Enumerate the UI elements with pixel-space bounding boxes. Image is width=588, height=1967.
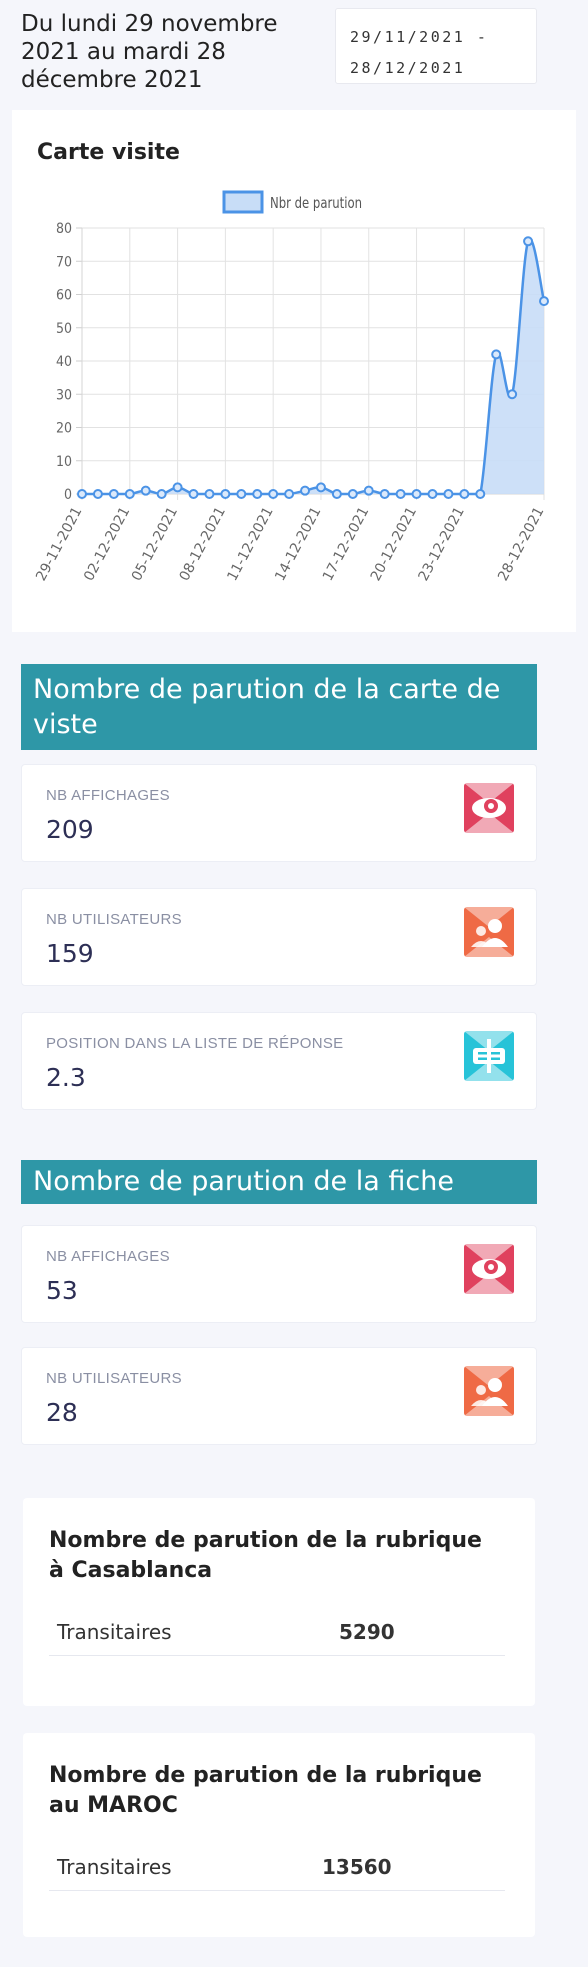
legend-label: Nbr de parution <box>270 194 362 212</box>
rubrique-card-casablanca: Nombre de parution de la rubrique à Casa… <box>23 1498 535 1706</box>
data-point <box>220 489 231 499</box>
x-tick-label: 20-12-2021 <box>368 504 420 583</box>
stat-card-affichages: NB AFFICHAGES 209 <box>21 764 537 862</box>
rubrique-card-maroc: Nombre de parution de la rubrique au MAR… <box>23 1733 535 1937</box>
rubrique-title: Nombre de parution de la rubrique au MAR… <box>49 1763 482 1818</box>
legend-swatch <box>222 190 264 214</box>
data-point <box>475 489 486 499</box>
data-point <box>315 482 326 493</box>
data-point <box>523 236 534 247</box>
data-point <box>124 489 135 499</box>
date-range-input[interactable]: 29/11/2021 - 28/12/2021 <box>335 8 537 84</box>
data-point <box>427 489 438 499</box>
table-row: Transitaires 5290 <box>49 1608 505 1656</box>
data-point <box>188 489 199 499</box>
date-range-end: 28/12/2021 <box>350 59 466 77</box>
data-point <box>140 485 151 496</box>
stat-label: NB UTILISATEURS <box>46 911 182 928</box>
y-tick-label: 0 <box>64 487 72 503</box>
users-icon <box>464 1366 514 1416</box>
data-point <box>539 296 549 307</box>
x-tick-label: 02-12-2021 <box>81 504 133 583</box>
stat-card-utilisateurs: NB UTILISATEURS 159 <box>21 888 537 986</box>
stat-value: 159 <box>46 939 94 968</box>
y-tick-label: 10 <box>56 454 72 470</box>
section-fiche-header: Nombre de parution de la fiche <box>21 1160 537 1204</box>
stat-value: 28 <box>46 1398 78 1427</box>
data-point <box>300 485 311 496</box>
parution-chart: 0 10 20 30 40 50 60 70 80 29-11-202102-12-202105-… <box>33 190 549 584</box>
data-point <box>108 489 119 499</box>
table-row: Transitaires 13560 <box>49 1843 505 1891</box>
chart-card: Carte visite 0 10 20 30 40 50 60 70 80 29-11-2021… <box>12 110 576 632</box>
y-tick-label: 30 <box>56 387 72 403</box>
x-tick-label: 29-11-2021 <box>33 504 85 583</box>
series-line <box>81 237 546 496</box>
data-point <box>204 489 215 499</box>
data-point <box>363 485 374 496</box>
data-point <box>491 349 502 360</box>
stat-card-fiche-affichages: NB AFFICHAGES 53 <box>21 1225 537 1323</box>
x-tick-label: 17-12-2021 <box>320 504 372 583</box>
data-point <box>443 489 454 499</box>
series-area <box>82 238 544 494</box>
x-tick-label: 08-12-2021 <box>177 504 229 583</box>
x-tick-label: 11-12-2021 <box>224 504 276 583</box>
stat-card-fiche-utilisateurs: NB UTILISATEURS 28 <box>21 1347 537 1445</box>
stat-value: 53 <box>46 1276 78 1305</box>
data-point <box>411 489 422 499</box>
stat-label: POSITION DANS LA LISTE DE RÉPONSE <box>46 1035 344 1052</box>
data-point <box>459 489 470 499</box>
data-point <box>331 489 342 499</box>
y-tick-label: 70 <box>56 254 72 270</box>
data-point <box>507 389 518 400</box>
x-tick-label: 05-12-2021 <box>129 504 181 583</box>
eye-icon <box>464 1244 514 1294</box>
stat-value: 2.3 <box>46 1063 86 1092</box>
y-tick-label: 60 <box>56 288 72 304</box>
data-point <box>156 489 167 499</box>
eye-icon <box>464 783 514 833</box>
stat-label: NB UTILISATEURS <box>46 1370 182 1387</box>
rubrique-value: 5290 <box>339 1620 395 1644</box>
data-point <box>236 489 247 499</box>
stat-value: 209 <box>46 815 94 844</box>
rubrique-title: Nombre de parution de la rubrique à Casa… <box>49 1528 482 1583</box>
rubrique-label: Transitaires <box>57 1620 172 1644</box>
stat-label: NB AFFICHAGES <box>46 787 170 804</box>
data-point <box>268 489 279 499</box>
x-tick-label: 28-12-2021 <box>495 504 547 583</box>
date-range-start: 29/11/2021 - <box>350 28 489 46</box>
list-position-icon <box>464 1031 514 1081</box>
data-point <box>347 489 358 499</box>
data-point <box>77 489 87 499</box>
data-point <box>252 489 263 499</box>
stat-label: NB AFFICHAGES <box>46 1248 170 1265</box>
data-point <box>92 489 103 499</box>
y-tick-label: 20 <box>56 421 72 437</box>
users-icon <box>464 907 514 957</box>
data-point <box>395 489 406 499</box>
y-tick-label: 40 <box>56 354 72 370</box>
section-carte-header: Nombre de parution de la carte de viste <box>21 664 537 750</box>
rubrique-value: 13560 <box>322 1855 392 1879</box>
x-tick-label: 14-12-2021 <box>272 504 324 583</box>
data-point <box>284 489 295 499</box>
rubrique-label: Transitaires <box>57 1855 172 1879</box>
y-tick-label: 80 <box>56 221 72 237</box>
y-tick-label: 50 <box>56 321 72 337</box>
data-point <box>379 489 390 499</box>
data-point <box>172 482 183 493</box>
x-tick-label: 23-12-2021 <box>416 504 468 583</box>
period-text: Du lundi 29 novembre 2021 au mardi 28 dé… <box>21 11 278 93</box>
stat-card-position: POSITION DANS LA LISTE DE RÉPONSE 2.3 <box>21 1012 537 1110</box>
